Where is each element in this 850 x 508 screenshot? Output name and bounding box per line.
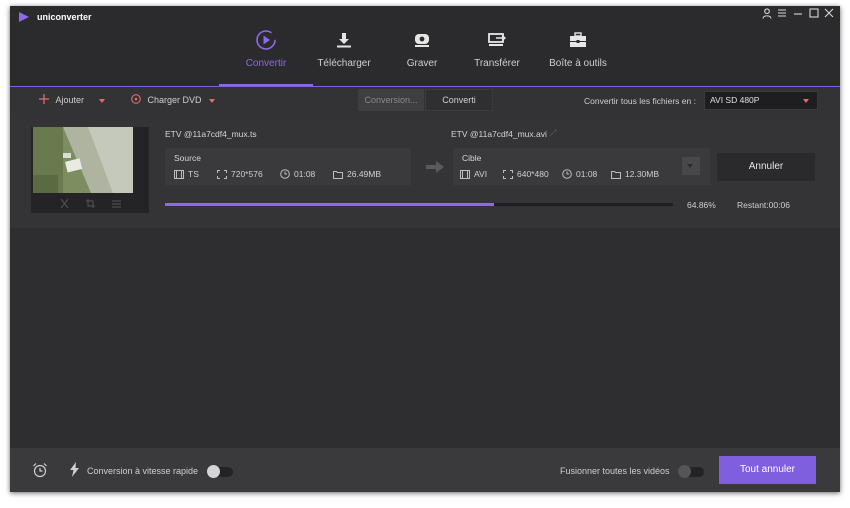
folder-icon xyxy=(333,170,343,179)
target-format: AVI xyxy=(460,169,487,179)
conversion-progress-bar xyxy=(165,203,673,206)
toggle-knob xyxy=(207,465,220,478)
alarm-clock-icon[interactable] xyxy=(32,462,48,480)
source-label: Source xyxy=(174,153,201,163)
cut-icon[interactable] xyxy=(59,198,70,211)
chevron-down-icon xyxy=(803,99,809,103)
target-label: Cible xyxy=(462,153,482,163)
user-icon[interactable] xyxy=(762,8,772,23)
film-icon xyxy=(174,169,184,179)
target-resolution: 640*480 xyxy=(503,169,549,179)
add-button[interactable]: Ajouter xyxy=(39,94,84,105)
thumbnail-image xyxy=(33,127,133,193)
film-icon xyxy=(460,169,470,179)
tab-converting[interactable]: Conversion... xyxy=(358,89,424,111)
tab-convert[interactable]: Convertir xyxy=(219,28,313,86)
dvd-icon xyxy=(131,94,141,104)
resolution-icon xyxy=(503,169,513,179)
target-format-select[interactable]: AVI SD 480P xyxy=(704,91,818,110)
crop-icon[interactable] xyxy=(85,198,96,211)
title-bar: uniconverter Convertir Télécharger Grave… xyxy=(10,6,840,86)
footer-bar: Conversion à vitesse rapide Fusionner to… xyxy=(10,448,840,492)
transfer-icon xyxy=(458,28,536,52)
folder-icon xyxy=(611,170,621,179)
dvd-dropdown-chevron-icon[interactable] xyxy=(209,99,215,103)
source-format: TS xyxy=(174,169,199,179)
load-dvd-label: Charger DVD xyxy=(147,95,202,105)
plus-icon xyxy=(39,94,49,104)
fast-conversion-label: Conversion à vitesse rapide xyxy=(87,466,199,476)
source-duration: 01:08 xyxy=(280,169,315,179)
chevron-down-icon xyxy=(687,164,693,168)
file-row: ETV @11a7cdf4_mux.ts ETV @11a7cdf4_mux.a… xyxy=(10,118,840,228)
effects-icon[interactable] xyxy=(111,198,122,211)
tab-label: Convertir xyxy=(245,58,287,69)
target-settings-dropdown[interactable] xyxy=(682,157,700,175)
toggle-knob xyxy=(678,465,691,478)
tab-transfer[interactable]: Transférer xyxy=(458,28,536,86)
source-file-name: ETV @11a7cdf4_mux.ts xyxy=(165,129,257,139)
tab-burn[interactable]: Graver xyxy=(383,28,461,86)
video-thumbnail[interactable] xyxy=(31,127,149,213)
tab-download[interactable]: Télécharger xyxy=(305,28,383,86)
toolbox-icon xyxy=(534,28,622,52)
convert-icon xyxy=(227,28,305,52)
tab-label: Graver xyxy=(406,58,438,69)
download-icon xyxy=(305,28,383,52)
resolution-icon xyxy=(217,169,227,179)
tab-toolbox[interactable]: Boîte à outils xyxy=(534,28,622,86)
cancel-all-button[interactable]: Tout annuler xyxy=(719,456,816,484)
maximize-icon[interactable] xyxy=(809,8,819,22)
target-duration: 01:08 xyxy=(562,169,597,179)
time-remaining: Restant:00:06 xyxy=(737,200,790,210)
load-dvd-button[interactable]: Charger DVD xyxy=(131,94,202,105)
merge-videos-label: Fusionner toutes les vidéos xyxy=(560,466,670,476)
clock-icon xyxy=(562,169,572,179)
target-info-box: Cible AVI 640*480 01:08 12.30MB xyxy=(453,148,710,185)
tab-label: Transférer xyxy=(474,58,520,69)
target-size: 12.30MB xyxy=(611,169,659,179)
tab-converted[interactable]: Converti xyxy=(425,89,493,111)
source-info-box: Source TS 720*576 01:08 26.49MB xyxy=(165,148,411,185)
add-label: Ajouter xyxy=(55,95,85,105)
close-icon[interactable] xyxy=(824,8,834,22)
lightning-icon xyxy=(70,462,79,479)
source-resolution: 720*576 xyxy=(217,169,263,179)
merge-videos-toggle[interactable] xyxy=(678,465,704,478)
progress-fill xyxy=(165,203,495,206)
arrow-right-icon xyxy=(426,161,444,175)
target-file-name: ETV @11a7cdf4_mux.avi xyxy=(451,129,547,139)
edit-filename-icon[interactable] xyxy=(548,128,558,140)
clock-icon xyxy=(280,169,290,179)
thumbnail-controls xyxy=(31,195,149,213)
toolbar: Ajouter Charger DVD Conversion... Conver… xyxy=(10,87,840,119)
convert-all-to-label: Convertir tous les fichiers en : xyxy=(584,96,696,106)
tab-label: Boîte à outils xyxy=(549,58,607,69)
tab-label: Télécharger xyxy=(317,58,371,69)
cancel-button[interactable]: Annuler xyxy=(717,153,815,181)
add-dropdown-chevron-icon[interactable] xyxy=(99,99,105,103)
progress-percent: 64.86% xyxy=(687,200,716,210)
target-format-value: AVI SD 480P xyxy=(710,95,760,105)
burn-disc-icon xyxy=(383,28,461,52)
source-size: 26.49MB xyxy=(333,169,381,179)
menu-icon[interactable] xyxy=(777,8,787,22)
fast-conversion-toggle[interactable] xyxy=(207,465,233,478)
app-name: uniconverter xyxy=(37,12,92,22)
minimize-icon[interactable] xyxy=(793,8,803,22)
app-window: uniconverter Convertir Télécharger Grave… xyxy=(10,6,840,492)
app-logo-icon xyxy=(18,11,30,25)
